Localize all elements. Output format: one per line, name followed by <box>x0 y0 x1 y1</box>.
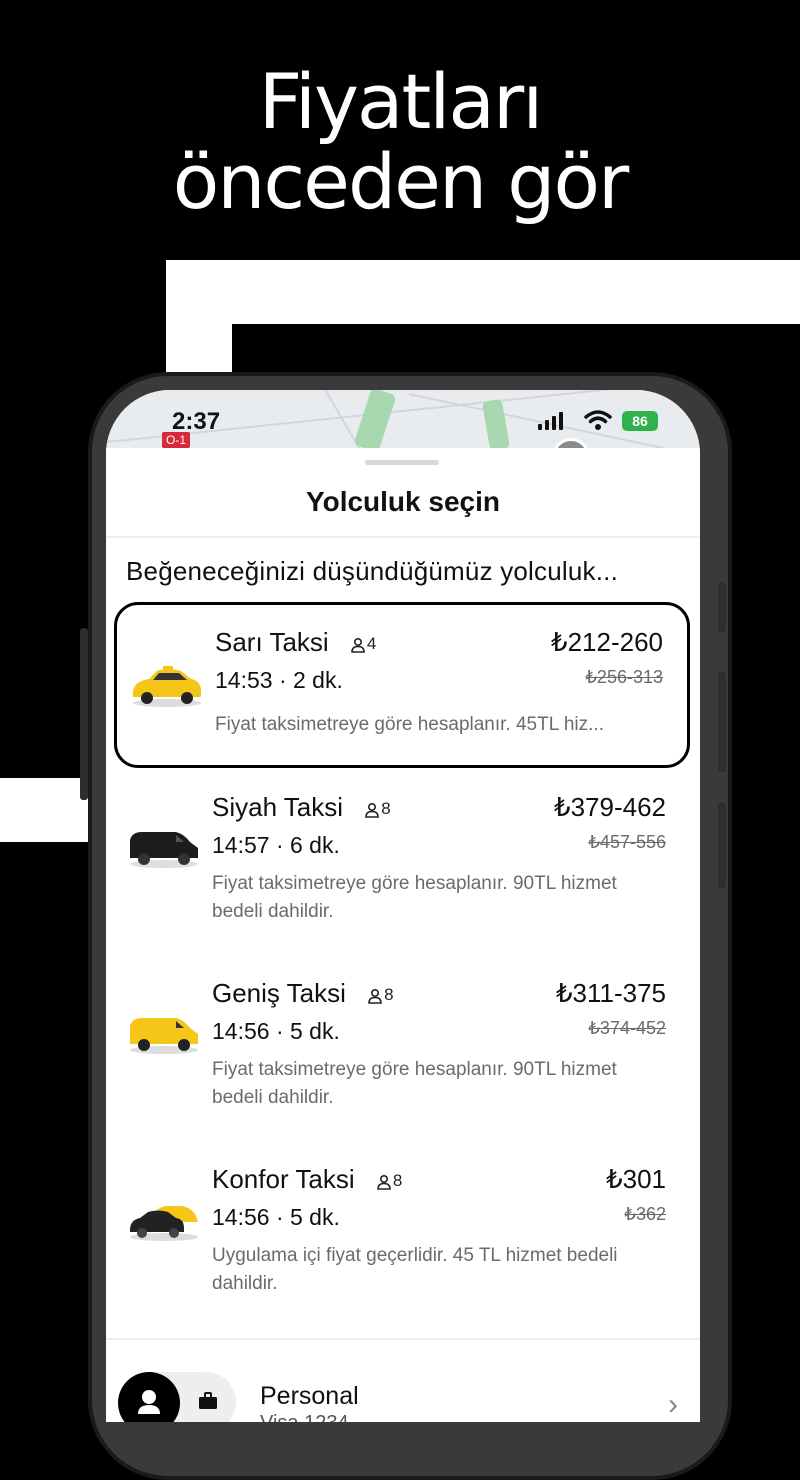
status-icons: 86 <box>538 408 668 436</box>
phone-side-button <box>80 628 88 800</box>
phone-side-button <box>718 672 726 772</box>
headline-line-2: önceden gör <box>172 137 630 226</box>
ride-option-konfor-taksi[interactable]: Konfor Taksi 8 14:56 · 5 dk. ₺301 ₺362 U… <box>114 1140 690 1306</box>
person-icon <box>351 637 365 653</box>
ride-price: ₺212-260 <box>551 627 663 657</box>
briefcase-icon[interactable] <box>198 1392 218 1410</box>
person-icon <box>138 1390 160 1414</box>
ride-eta: 14:53 · 2 dk. <box>215 667 343 693</box>
ride-options-sheet: Yolculuk seçin Beğeneceğinizi düşündüğüm… <box>106 448 700 1422</box>
person-icon <box>365 802 380 818</box>
ride-name: Geniş Taksi 8 <box>212 978 394 1008</box>
promo-headline: Fiyatları önceden gör <box>0 62 800 222</box>
ride-eta: 14:56 · 5 dk. <box>212 1018 340 1044</box>
ride-description: Fiyat taksimetreye göre hesaplanır. 90TL… <box>212 873 617 922</box>
phone-screen: O-1 2:37 86 Yolculuk seçin Beğeneceğiniz… <box>106 390 700 1422</box>
status-time: 2:37 <box>172 408 221 435</box>
ride-old-price: ₺457-556 <box>588 832 666 852</box>
ride-price: ₺379-462 <box>554 792 666 822</box>
yellow-van-icon <box>130 1018 198 1054</box>
ride-option-sari-taksi[interactable]: Sarı Taksi 4 14:53 · 2 dk. ₺212-260 ₺256… <box>114 602 690 768</box>
capacity-badge: 8 <box>376 1171 402 1191</box>
ride-option-siyah-taksi[interactable]: Siyah Taksi 8 14:57 · 6 dk. ₺379-462 ₺45… <box>114 768 690 934</box>
profile-toggle[interactable] <box>118 1372 236 1422</box>
person-icon <box>368 988 382 1004</box>
ride-eta: 14:56 · 5 dk. <box>212 1204 340 1230</box>
phone-side-button <box>718 802 726 888</box>
section-title: Beğeneceğinizi düşündüğümüz yolculuk... <box>126 556 618 586</box>
ride-price: ₺301 <box>606 1164 666 1194</box>
phone-side-button <box>718 582 726 632</box>
ride-description: Uygulama içi fiyat geçerlidir. 45 TL hiz… <box>212 1245 618 1294</box>
person-icon <box>377 1174 391 1190</box>
sheet-drag-handle[interactable] <box>365 460 439 465</box>
payment-method-label[interactable]: Visa 1234 <box>260 1412 349 1422</box>
capacity-badge: 8 <box>367 985 394 1005</box>
yellow-taxi-icon <box>133 666 201 707</box>
divider <box>106 536 700 538</box>
signal-icon <box>538 412 566 430</box>
ride-option-genis-taksi[interactable]: Geniş Taksi 8 14:56 · 5 dk. ₺311-375 ₺37… <box>114 954 690 1120</box>
ride-name: Siyah Taksi 8 <box>212 792 391 822</box>
ride-name: Konfor Taksi 8 <box>212 1164 403 1194</box>
chevron-right-icon[interactable]: › <box>668 1388 678 1422</box>
ride-old-price: ₺362 <box>624 1204 666 1224</box>
sheet-title: Yolculuk seçin <box>306 486 500 517</box>
payment-profile-label[interactable]: Personal <box>260 1382 359 1411</box>
comfort-cars-icon <box>130 1206 198 1241</box>
decor-shape <box>166 260 800 324</box>
headline-line-1: Fiyatları <box>258 57 544 146</box>
capacity-badge: 4 <box>350 634 376 654</box>
personal-profile-button[interactable] <box>118 1372 180 1422</box>
battery-icon: 86 <box>622 411 658 431</box>
wifi-icon <box>584 410 612 430</box>
map-view[interactable]: O-1 2:37 86 <box>106 390 700 450</box>
capacity-badge: 8 <box>364 799 391 819</box>
ride-description: Fiyat taksimetreye göre hesaplanır. 90TL… <box>212 1059 617 1108</box>
ride-old-price: ₺374-452 <box>588 1018 666 1038</box>
black-van-icon <box>130 832 198 868</box>
ride-name: Sarı Taksi 4 <box>215 627 377 657</box>
ride-eta: 14:57 · 6 dk. <box>212 832 340 858</box>
ride-old-price: ₺256-313 <box>585 667 663 687</box>
divider <box>106 1338 700 1340</box>
ride-price: ₺311-375 <box>555 978 666 1008</box>
ride-description: Fiyat taksimetreye göre hesaplanır. 45TL… <box>215 714 604 735</box>
